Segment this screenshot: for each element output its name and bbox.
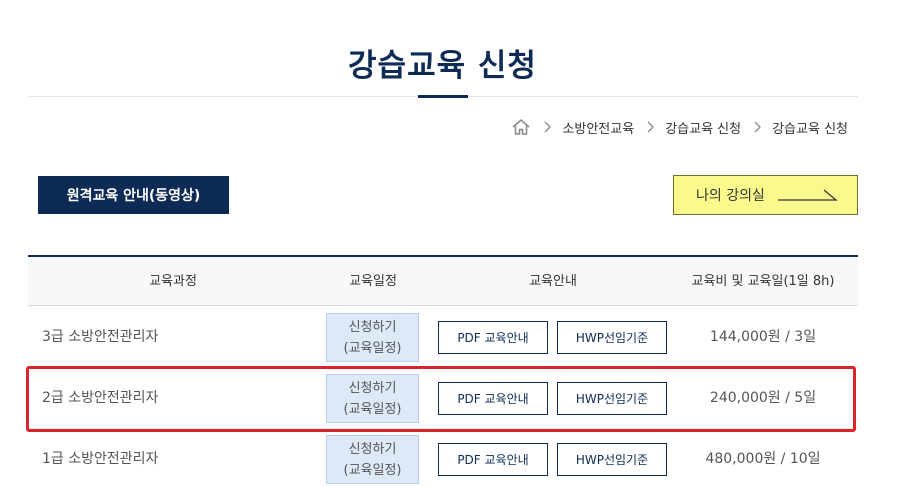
remote-guide-button[interactable]: 원격교육 안내(동영상) <box>38 176 229 214</box>
breadcrumb-item-training[interactable]: 강습교육 신청 <box>665 118 741 137</box>
apply-button[interactable]: 신청하기 (교육일정) <box>326 313 419 362</box>
page-title: 강습교육 신청 <box>348 48 537 84</box>
course-fee: 144,000원 / 3일 <box>709 329 817 345</box>
apply-label: 신청하기 <box>348 441 397 457</box>
course-name: 1급 소방안전관리자 <box>42 451 159 467</box>
hwp-criteria-button[interactable]: HWP선임기준 <box>557 443 667 476</box>
hwp-criteria-button[interactable]: HWP선임기준 <box>557 321 667 354</box>
course-fee: 480,000원 / 10일 <box>705 451 821 467</box>
table-row: 2급 소방안전관리자 신청하기 (교육일정) PDF 교육안내 HWP선임기준 … <box>28 368 858 429</box>
breadcrumb-item-current[interactable]: 강습교육 신청 <box>772 118 848 137</box>
table-row: 3급 소방안전관리자 신청하기 (교육일정) PDF 교육안내 HWP선임기준 … <box>28 307 858 368</box>
apply-label: 신청하기 <box>348 319 397 335</box>
chevron-right-icon <box>753 121 762 133</box>
chevron-right-icon <box>543 121 552 133</box>
pdf-guide-button[interactable]: PDF 교육안내 <box>438 443 548 476</box>
breadcrumb: 소방안전교육 강습교육 신청 강습교육 신청 <box>511 117 848 137</box>
pdf-guide-button[interactable]: PDF 교육안내 <box>438 321 548 354</box>
table-row: 1급 소방안전관리자 신청하기 (교육일정) PDF 교육안내 HWP선임기준 … <box>28 429 858 486</box>
table-header: 교육과정 교육일정 교육안내 교육비 및 교육일(1일 8h) <box>28 257 858 306</box>
breadcrumb-item-fire-safety[interactable]: 소방안전교육 <box>562 118 634 137</box>
header-guide: 교육안내 <box>529 274 577 289</box>
apply-sublabel: (교육일정) <box>343 401 402 417</box>
my-classroom-label: 나의 강의실 <box>696 188 765 204</box>
my-classroom-button[interactable]: 나의 강의실 <box>673 175 858 215</box>
apply-sublabel: (교육일정) <box>343 340 402 356</box>
header-fee: 교육비 및 교육일(1일 8h) <box>691 274 835 289</box>
header-schedule: 교육일정 <box>349 274 397 289</box>
chevron-right-icon <box>646 121 655 133</box>
home-icon[interactable] <box>511 118 531 136</box>
course-fee: 240,000원 / 5일 <box>709 390 817 406</box>
hwp-criteria-button[interactable]: HWP선임기준 <box>557 382 667 415</box>
arrow-right-icon <box>778 186 838 202</box>
header-course: 교육과정 <box>149 274 197 289</box>
apply-button[interactable]: 신청하기 (교육일정) <box>326 435 419 484</box>
title-accent-bar <box>418 95 468 98</box>
course-name: 3급 소방안전관리자 <box>42 329 159 345</box>
apply-button[interactable]: 신청하기 (교육일정) <box>326 374 419 423</box>
course-name: 2급 소방안전관리자 <box>42 390 159 406</box>
apply-label: 신청하기 <box>348 380 397 396</box>
apply-sublabel: (교육일정) <box>343 462 402 478</box>
pdf-guide-button[interactable]: PDF 교육안내 <box>438 382 548 415</box>
